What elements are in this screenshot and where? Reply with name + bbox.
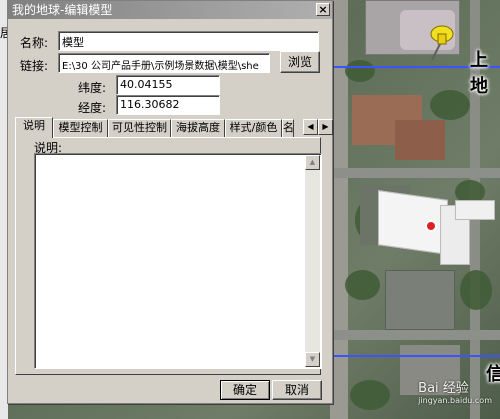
tab-model-control[interactable]: 模型控制 <box>53 119 108 137</box>
ok-button[interactable]: 确定 <box>220 380 270 400</box>
close-icon: × <box>318 3 328 16</box>
longitude-label: 经度: <box>78 101 107 115</box>
ok-button-label: 确定 <box>232 383 257 397</box>
latitude-field[interactable]: 40.04155 <box>116 75 220 95</box>
tab-label: 可见性控制 <box>112 121 167 134</box>
tree <box>350 380 390 410</box>
name-field[interactable]: 模型 <box>58 31 319 51</box>
tab-scroll-left-icon[interactable]: ◀ <box>303 119 318 135</box>
longitude-value: 116.30682 <box>120 98 180 111</box>
tab-altitude[interactable]: 海拔高度 <box>171 119 225 137</box>
tab-visibility-control[interactable]: 可见性控制 <box>108 119 171 137</box>
tab-name-partial[interactable]: 名 <box>282 119 294 137</box>
scroll-down-icon[interactable]: ▼ <box>305 352 320 367</box>
dialog-title: 我的地球-编辑模型 <box>12 3 113 17</box>
scroll-up-icon[interactable]: ▲ <box>305 155 320 170</box>
tree <box>345 270 380 300</box>
description-textarea[interactable]: ▲ ▼ <box>34 153 322 369</box>
tab-scroll-buttons: ◀ ▶ <box>303 119 333 135</box>
edit-model-dialog: 我的地球-编辑模型 × 名称: 模型 链接: E:\30 公司产品手册\示例场景… <box>7 0 333 404</box>
pushpin-icon[interactable] <box>420 20 460 62</box>
watermark-brand: Bai 经验 <box>418 381 469 396</box>
browse-button[interactable]: 浏览 <box>280 51 320 73</box>
close-button[interactable]: × <box>316 3 330 16</box>
building <box>385 270 455 330</box>
tab-style-color[interactable]: 样式/颜色 <box>225 119 282 137</box>
browse-button-label: 浏览 <box>287 55 312 69</box>
latitude-value: 40.04155 <box>120 78 173 91</box>
tab-label: 样式/颜色 <box>229 121 278 134</box>
tab-strip: 说明 模型控制 可见性控制 海拔高度 样式/颜色 名 ◀ ▶ <box>15 117 333 138</box>
tab-label: 模型控制 <box>58 121 103 134</box>
link-label: 链接: <box>20 59 49 73</box>
link-field-value: E:\30 公司产品手册\示例场景数据\模型\she <box>62 61 259 72</box>
watermark: Bai 经验 jingyan.baidu.com <box>418 377 492 405</box>
3d-model-wing <box>455 200 495 220</box>
dialog-titlebar[interactable]: 我的地球-编辑模型 × <box>8 1 332 19</box>
tree <box>460 270 492 310</box>
marker-icon[interactable] <box>425 220 437 232</box>
tab-label: 名 <box>283 121 294 134</box>
latitude-label: 纬度: <box>78 81 107 95</box>
longitude-field[interactable]: 116.30682 <box>116 95 220 115</box>
road <box>330 330 500 340</box>
name-label: 名称: <box>20 36 49 50</box>
map-place-label: 上地 <box>470 50 488 97</box>
tab-description[interactable]: 说明 <box>15 117 53 138</box>
tab-scroll-right-icon[interactable]: ▶ <box>318 119 333 135</box>
tree <box>430 90 470 120</box>
tab-label: 海拔高度 <box>176 121 220 134</box>
vertical-scrollbar[interactable]: ▲ ▼ <box>305 155 320 367</box>
tab-label: 说明 <box>23 119 45 132</box>
watermark-url: jingyan.baidu.com <box>418 396 492 405</box>
3d-model[interactable] <box>378 190 448 255</box>
name-field-value: 模型 <box>62 36 84 49</box>
building <box>395 120 445 160</box>
boundary-line <box>330 355 500 357</box>
link-field[interactable]: E:\30 公司产品手册\示例场景数据\模型\she <box>58 53 270 73</box>
road <box>330 168 500 178</box>
tree <box>345 60 375 82</box>
cancel-button-label: 取消 <box>284 383 309 397</box>
cancel-button[interactable]: 取消 <box>272 380 322 400</box>
